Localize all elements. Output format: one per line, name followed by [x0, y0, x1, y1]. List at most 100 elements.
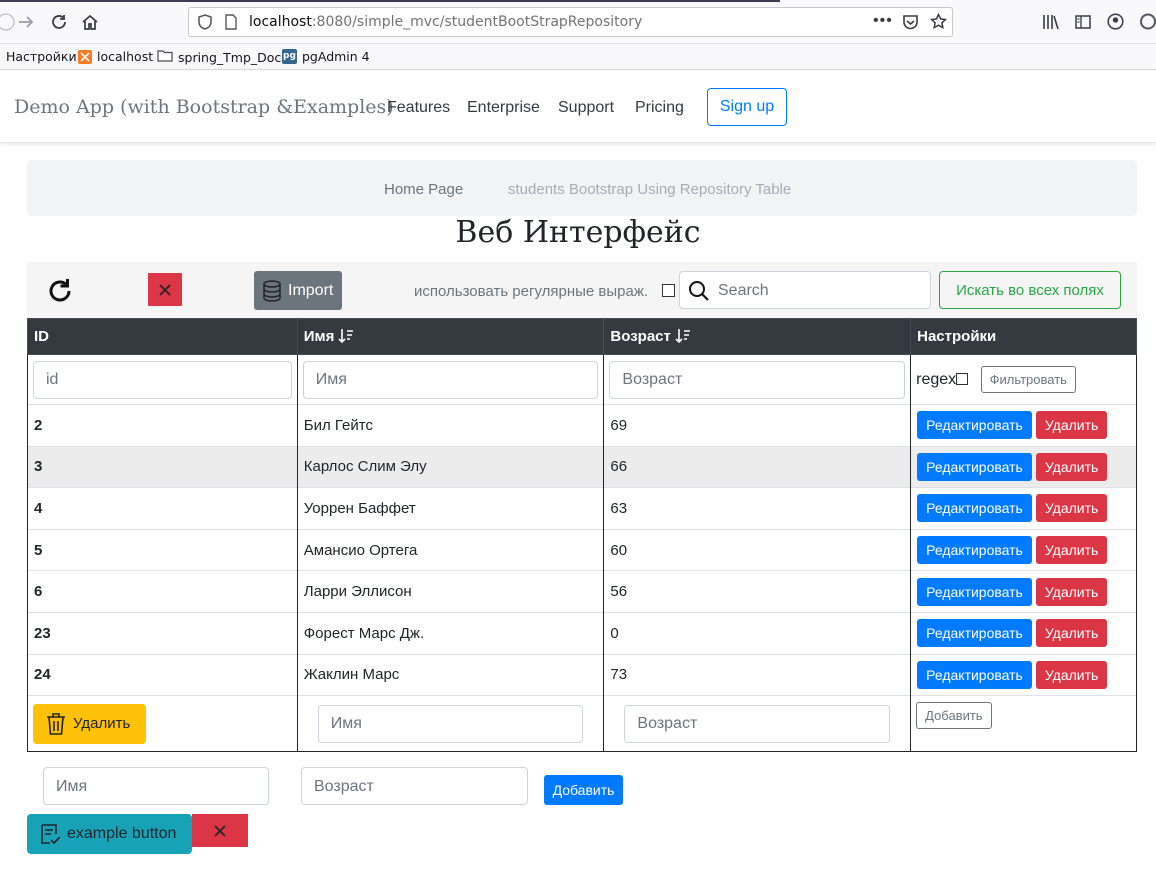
- filter-name-placeholder: Имя: [315, 370, 347, 388]
- folder-icon: [157, 49, 173, 65]
- account-icon[interactable]: [1107, 13, 1124, 35]
- new-name-input[interactable]: Имя: [317, 704, 584, 743]
- example-close-button[interactable]: [192, 814, 248, 847]
- cell-id: 3: [27, 445, 298, 488]
- regex-checkbox[interactable]: [662, 284, 675, 297]
- delete-button[interactable]: Удалить: [1035, 452, 1108, 481]
- cell-age: 0: [603, 611, 912, 655]
- table-footer-row: Удалить Имя Возраст Добавить: [27, 695, 1137, 753]
- filter-id-input[interactable]: id: [33, 360, 292, 399]
- bottom-name-input[interactable]: Имя: [43, 767, 269, 805]
- database-icon: [263, 279, 281, 302]
- bookmark-spring-docs[interactable]: spring_Tmp_Docs: [157, 49, 288, 65]
- example-button-label: example button: [67, 825, 177, 842]
- filter-regex-checkbox[interactable]: [956, 373, 969, 385]
- delete-button[interactable]: Удалить: [1035, 411, 1108, 440]
- search-placeholder: Search: [718, 282, 769, 299]
- shield-icon[interactable]: [197, 14, 213, 35]
- edit-button[interactable]: Редактировать: [917, 577, 1032, 606]
- sidebar-icon[interactable]: [1075, 14, 1091, 35]
- navbar-brand[interactable]: Demo App (with Bootstrap &Examples): [14, 96, 394, 118]
- edit-button[interactable]: Редактировать: [917, 536, 1032, 565]
- bookmark-pgadmin[interactable]: pg pgAdmin 4: [282, 49, 370, 64]
- cell-id: 2: [27, 404, 298, 447]
- reload-icon[interactable]: [47, 10, 71, 34]
- edit-button[interactable]: Редактировать: [917, 660, 1032, 689]
- page-actions-icon[interactable]: •••: [873, 12, 893, 30]
- edit-button[interactable]: Редактировать: [917, 452, 1032, 481]
- nav-link-features[interactable]: Features: [387, 99, 450, 117]
- sort-icon[interactable]: [338, 328, 354, 344]
- cell-name: Жаклин Марс: [296, 653, 605, 696]
- bookmark-localhost[interactable]: localhost: [78, 49, 153, 64]
- table-row: 2 Бил Гейтс 69 Редактировать Удалить: [27, 404, 1137, 447]
- filter-name-input[interactable]: Имя: [302, 360, 599, 399]
- delete-button[interactable]: Удалить: [1035, 494, 1108, 523]
- refresh-icon[interactable]: [45, 276, 75, 306]
- library-icon[interactable]: [1042, 14, 1060, 35]
- url-path: :8080/simple_mvc/studentBootStrapReposit…: [311, 14, 643, 30]
- header-age-label: Возраст: [610, 328, 671, 345]
- filter-row: id Имя Возраст regex Фильтровать: [27, 354, 1137, 405]
- cell-age: 63: [603, 487, 912, 530]
- header-age[interactable]: Возраст: [603, 318, 912, 355]
- address-bar[interactable]: localhost:8080/simple_mvc/studentBootStr…: [188, 7, 953, 37]
- table-row: 24 Жаклин Марс 73 Редактировать Удалить: [27, 653, 1137, 696]
- delete-selected-button[interactable]: Удалить: [33, 703, 146, 744]
- nav-link-enterprise[interactable]: Enterprise: [467, 99, 540, 117]
- cell-name: Карлос Слим Элу: [296, 445, 605, 488]
- cell-id: 23: [27, 611, 298, 655]
- delete-button[interactable]: Удалить: [1035, 536, 1108, 565]
- cell-age: 56: [603, 570, 912, 613]
- delete-button[interactable]: Удалить: [1035, 660, 1108, 689]
- bottom-add-button[interactable]: Добавить: [544, 775, 623, 805]
- import-button[interactable]: Import: [254, 271, 342, 310]
- cell-actions: Редактировать Удалить: [910, 528, 1137, 571]
- home-icon[interactable]: [78, 10, 102, 34]
- menu-icon[interactable]: [1139, 13, 1156, 35]
- header-id-label: ID: [34, 328, 49, 345]
- nav-link-support[interactable]: Support: [558, 99, 614, 117]
- bookmark-star-icon[interactable]: [929, 12, 948, 35]
- bookmarks-bar: Настройки localhost spring_Tmp_Docs pg p…: [0, 44, 1156, 70]
- sort-icon[interactable]: [675, 328, 691, 344]
- filter-age-input[interactable]: Возраст: [609, 360, 906, 399]
- example-button[interactable]: example button: [27, 814, 192, 854]
- new-name-placeholder: Имя: [330, 714, 362, 732]
- clear-button[interactable]: [148, 273, 182, 306]
- delete-button[interactable]: Удалить: [1035, 619, 1108, 648]
- header-name[interactable]: Имя: [296, 318, 605, 355]
- pgadmin-icon: pg: [282, 49, 297, 64]
- add-row-button[interactable]: Добавить: [916, 702, 992, 730]
- delete-button[interactable]: Удалить: [1035, 577, 1108, 606]
- edit-button[interactable]: Редактировать: [917, 411, 1032, 440]
- url-text[interactable]: localhost:8080/simple_mvc/studentBootStr…: [249, 14, 642, 30]
- breadcrumb-home[interactable]: Home Page: [384, 181, 463, 198]
- breadcrumb-current: students Bootstrap Using Repository Tabl…: [508, 181, 792, 198]
- forward-icon[interactable]: [14, 10, 38, 34]
- table-row: 5 Амансио Ортега 60 Редактировать Удалить: [27, 528, 1137, 571]
- bottom-age-input[interactable]: Возраст: [301, 767, 528, 805]
- nav-link-pricing[interactable]: Pricing: [635, 99, 684, 117]
- page-icon: [223, 14, 239, 35]
- header-id[interactable]: ID: [27, 318, 298, 355]
- filter-regex-label: regex: [916, 371, 957, 388]
- edit-button[interactable]: Редактировать: [917, 619, 1032, 648]
- bookmark-settings[interactable]: Настройки: [6, 49, 77, 64]
- cell-name: Ларри Эллисон: [296, 570, 605, 613]
- signup-button[interactable]: Sign up: [707, 88, 787, 126]
- filter-button[interactable]: Фильтровать: [980, 366, 1076, 393]
- search-input[interactable]: Search: [679, 271, 931, 309]
- checklist-icon: [41, 824, 61, 845]
- new-age-input[interactable]: Возраст: [624, 704, 891, 743]
- cell-id: 6: [27, 570, 298, 613]
- header-name-label: Имя: [303, 328, 335, 345]
- bottom-name-placeholder: Имя: [56, 778, 88, 795]
- search-all-fields-button[interactable]: Искать во всех полях: [939, 271, 1121, 309]
- table-row: 4 Уоррен Баффет 63 Редактировать Удалить: [27, 487, 1137, 530]
- import-label: Import: [288, 281, 334, 299]
- students-table: ID Имя Возраст Настройки id Имя Возраст …: [27, 318, 1137, 753]
- cell-actions: Редактировать Удалить: [910, 611, 1137, 655]
- edit-button[interactable]: Редактировать: [917, 494, 1032, 523]
- pocket-icon[interactable]: [902, 14, 919, 35]
